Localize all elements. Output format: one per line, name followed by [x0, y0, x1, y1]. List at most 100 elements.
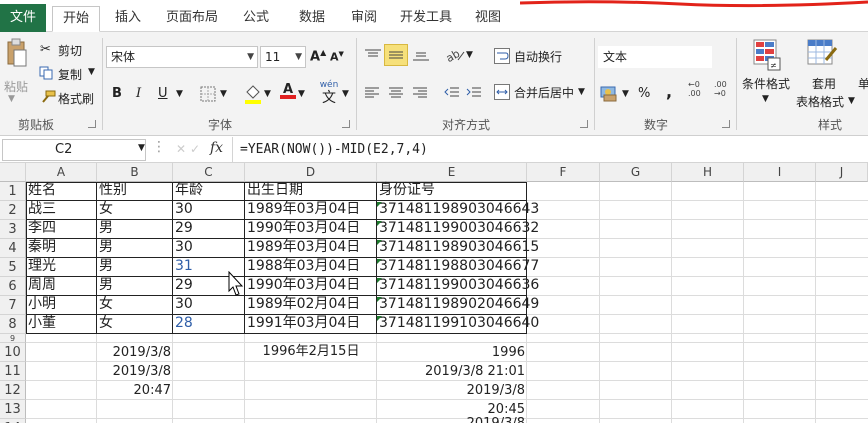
column-header-j[interactable]: J [816, 163, 868, 182]
cell-e12[interactable]: 2019/3/8 [377, 381, 527, 400]
cancel-icon[interactable]: ✕ [176, 142, 186, 156]
font-color-icon[interactable]: A [280, 82, 296, 99]
cell-d4[interactable]: 1989年03月04日 [245, 238, 362, 257]
format-as-table-icon[interactable] [806, 38, 838, 72]
cell-d6[interactable]: 1990年03月04日 [245, 276, 362, 295]
cell-b11[interactable]: 2019/3/8 [97, 362, 173, 381]
alignment-launcher-icon[interactable] [580, 120, 588, 128]
cell-a8[interactable]: 小董 [26, 314, 58, 333]
wrap-text-button[interactable]: 自动换行 [514, 48, 562, 65]
cell-b7[interactable]: 女 [97, 295, 115, 314]
merge-dropdown-icon[interactable]: ▼ [578, 87, 585, 97]
enter-icon[interactable]: ✓ [190, 142, 200, 156]
cell-e11[interactable]: 2019/3/8 21:01 [377, 362, 527, 381]
cell-d1[interactable]: 出生日期 [245, 181, 305, 200]
cell-styles-button[interactable]: 单 [858, 75, 868, 92]
copy-icon[interactable] [39, 66, 53, 80]
row-header-11[interactable]: 11 [0, 362, 26, 381]
merge-center-button[interactable]: 合并后居中 [514, 84, 574, 101]
column-header-g[interactable]: G [600, 163, 672, 182]
number-launcher-icon[interactable] [722, 120, 730, 128]
align-center-icon[interactable] [388, 86, 404, 100]
number-format-select[interactable]: 文本 [598, 46, 712, 68]
borders-icon[interactable] [200, 86, 216, 102]
row-header-3[interactable]: 3 [0, 220, 26, 239]
cell-b3[interactable]: 男 [97, 219, 115, 238]
cell-e7[interactable]: 371481198902046649 [377, 295, 541, 314]
cell-b8[interactable]: 女 [97, 314, 115, 333]
name-box-dropdown-icon[interactable]: ▼ [138, 143, 145, 153]
cut-button[interactable]: 剪切 [58, 42, 82, 59]
cell-a3[interactable]: 李四 [26, 219, 58, 238]
row-header-9[interactable]: 9 [0, 334, 26, 343]
format-as-table-button[interactable]: 表格格式 [796, 93, 844, 110]
row-header-10[interactable]: 10 [0, 343, 26, 362]
cell-c4[interactable]: 30 [173, 238, 195, 257]
row-header-6[interactable]: 6 [0, 277, 26, 296]
cell-e14[interactable]: 2019/3/8 [377, 414, 527, 423]
merge-center-icon[interactable] [494, 84, 510, 100]
orientation-dropdown-icon[interactable]: ▼ [466, 50, 473, 60]
row-header-7[interactable]: 7 [0, 296, 26, 315]
tab-developer[interactable]: 开发工具 [394, 6, 458, 32]
align-bottom-icon[interactable] [412, 48, 430, 62]
select-all-corner[interactable] [0, 163, 26, 182]
align-right-icon[interactable] [412, 86, 428, 100]
formula-input[interactable]: =YEAR(NOW())-MID(E2,7,4) [240, 140, 428, 160]
tab-file[interactable]: 文件 [0, 4, 46, 32]
cell-c7[interactable]: 30 [173, 295, 195, 314]
paste-dropdown-icon[interactable]: ▼ [8, 94, 15, 104]
cell-c8[interactable]: 28 [173, 314, 195, 333]
cell-b5[interactable]: 男 [97, 257, 115, 276]
cell-e3[interactable]: 371481199003046632 [377, 219, 541, 238]
cell-e10[interactable]: 1996 [377, 343, 527, 362]
underline-icon[interactable]: U [158, 86, 168, 101]
cell-d10[interactable]: 1996年2月15日 [245, 342, 377, 361]
cell-a5[interactable]: 理光 [26, 257, 58, 276]
increase-decimal-icon[interactable]: ←0.00 [688, 80, 701, 98]
bold-icon[interactable]: B [112, 86, 122, 101]
cell-c6[interactable]: 29 [173, 276, 195, 295]
row-header-14[interactable]: 14 [0, 419, 26, 423]
font-name-select[interactable]: 宋体 ▼ [106, 46, 258, 68]
copy-dropdown-icon[interactable]: ▼ [88, 67, 95, 77]
grow-font-icon[interactable]: A▲ [310, 48, 326, 64]
shrink-font-icon[interactable]: A▼ [330, 50, 344, 64]
font-launcher-icon[interactable] [342, 120, 350, 128]
cell-c3[interactable]: 29 [173, 219, 195, 238]
wrap-text-icon[interactable] [494, 48, 510, 64]
column-header-h[interactable]: H [672, 163, 744, 182]
cell-d2[interactable]: 1989年03月04日 [245, 200, 362, 219]
column-header-b[interactable]: B [97, 163, 173, 182]
cell-b10[interactable]: 2019/3/8 [97, 343, 173, 362]
font-color-dropdown-icon[interactable]: ▼ [298, 89, 305, 99]
cell-a7[interactable]: 小明 [26, 295, 58, 314]
phonetic-dropdown-icon[interactable]: ▼ [342, 89, 349, 99]
percent-style-button[interactable]: % [638, 86, 650, 101]
cell-d5[interactable]: 1988年03月04日 [245, 257, 362, 276]
cut-icon[interactable]: ✂ [40, 42, 51, 57]
paste-label[interactable]: 粘贴 [4, 78, 28, 95]
row-header-1[interactable]: 1 [0, 182, 26, 201]
cell-c5[interactable]: 31 [173, 257, 195, 276]
cell-c1[interactable]: 年龄 [173, 181, 205, 200]
row-header-4[interactable]: 4 [0, 239, 26, 258]
borders-dropdown-icon[interactable]: ▼ [220, 89, 227, 99]
cell-e4[interactable]: 371481198903046615 [377, 238, 541, 257]
cell-e5[interactable]: 371481198803046677 [377, 257, 541, 276]
font-size-select[interactable]: 11 ▼ [260, 46, 306, 68]
decrease-indent-icon[interactable] [444, 86, 460, 100]
italic-icon[interactable]: I [136, 86, 141, 101]
cell-e2[interactable]: 371481198903046643 [377, 200, 541, 219]
column-header-f[interactable]: F [527, 163, 600, 182]
cell-b6[interactable]: 男 [97, 276, 115, 295]
cell-d7[interactable]: 1989年02月04日 [245, 295, 362, 314]
cell-a2[interactable]: 战三 [26, 200, 58, 219]
accounting-dropdown-icon[interactable]: ▼ [622, 89, 629, 99]
tab-formulas[interactable]: 公式 [232, 6, 280, 32]
tab-insert[interactable]: 插入 [104, 6, 152, 32]
cell-e1[interactable]: 身份证号 [377, 181, 437, 200]
row-header-8[interactable]: 8 [0, 315, 26, 334]
cell-a1[interactable]: 姓名 [26, 181, 58, 200]
conditional-dropdown-icon[interactable]: ▼ [762, 94, 769, 104]
